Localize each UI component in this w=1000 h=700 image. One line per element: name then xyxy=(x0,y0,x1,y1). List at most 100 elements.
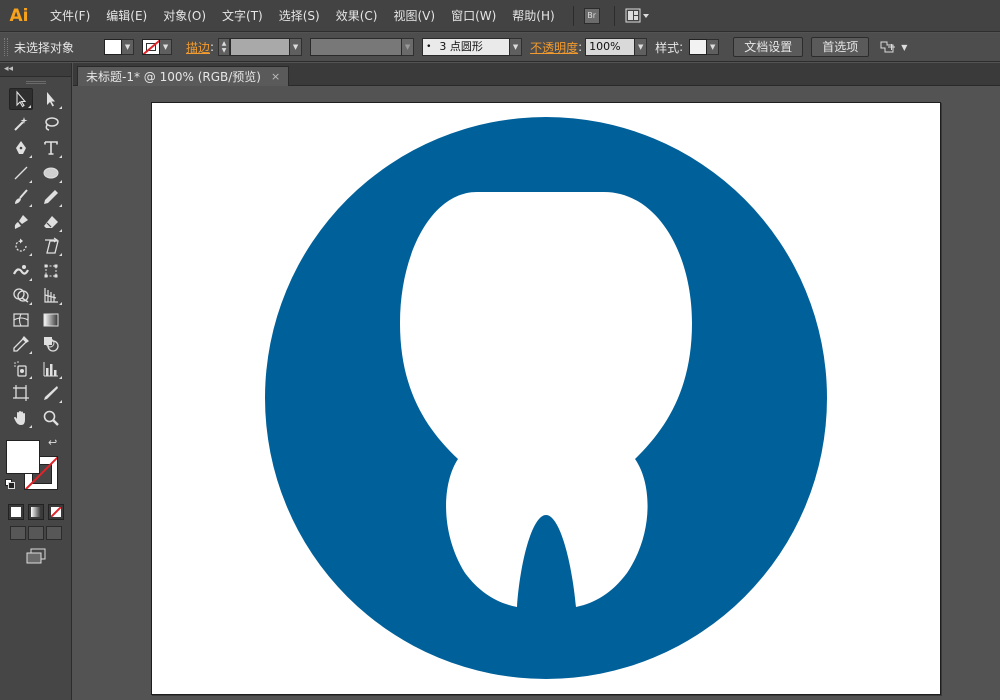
ellipse-tool[interactable] xyxy=(39,162,63,184)
graphic-style-swatch[interactable] xyxy=(689,39,708,55)
arrange-documents-icon[interactable] xyxy=(625,6,651,26)
opacity-dropdown[interactable]: ▼ xyxy=(635,38,648,56)
paintbrush-icon xyxy=(14,189,28,205)
screen-mode-button[interactable] xyxy=(0,548,71,564)
stroke-label[interactable]: 描边 xyxy=(186,39,210,56)
default-fill-stroke-icon[interactable] xyxy=(5,479,15,489)
tool-flyout-indicator xyxy=(58,253,62,257)
eyedropper-tool[interactable] xyxy=(9,333,33,355)
tool-flyout-indicator xyxy=(58,106,62,110)
draw-behind-button[interactable] xyxy=(27,526,44,540)
menu-view[interactable]: 视图(V) xyxy=(385,0,443,32)
width-tool[interactable] xyxy=(9,260,33,282)
type-tool[interactable] xyxy=(39,137,63,159)
swap-fill-stroke-icon[interactable]: ↩ xyxy=(48,436,57,449)
none-mode-icon xyxy=(50,507,61,517)
column-graph-tool[interactable] xyxy=(39,358,63,380)
menu-type[interactable]: 文字(T) xyxy=(214,0,271,32)
tool-flyout-indicator xyxy=(58,204,62,208)
menu-file[interactable]: 文件(F) xyxy=(42,0,98,32)
fill-color-box[interactable] xyxy=(6,440,40,474)
lasso-icon xyxy=(44,117,59,131)
tool-flyout-indicator xyxy=(28,375,32,379)
tooth-logo-artwork[interactable] xyxy=(152,103,942,696)
close-tab-icon[interactable]: × xyxy=(271,70,280,83)
magic-wand-tool[interactable] xyxy=(9,113,33,135)
bridge-icon[interactable]: Br xyxy=(583,6,600,26)
control-bar-grip[interactable] xyxy=(4,38,8,56)
fill-swatch[interactable] xyxy=(104,39,123,55)
direct-selection-tool[interactable] xyxy=(39,88,63,110)
brush-definition-field[interactable]: • 3 点圆形 xyxy=(422,38,511,56)
hand-tool[interactable] xyxy=(9,407,33,429)
selection-status: 未选择对象 xyxy=(14,40,75,55)
pen-tool[interactable] xyxy=(9,137,33,159)
stroke-weight-field[interactable] xyxy=(230,38,291,56)
zoom-tool[interactable] xyxy=(39,407,63,429)
tool-flyout-indicator xyxy=(28,253,32,257)
color-mode-button[interactable] xyxy=(7,504,24,520)
variable-width-profile[interactable] xyxy=(310,38,403,56)
paintbrush-tool[interactable] xyxy=(9,186,33,208)
mesh-icon xyxy=(12,313,29,327)
menu-effect[interactable]: 效果(C) xyxy=(328,0,386,32)
shape-builder-tool[interactable] xyxy=(9,284,33,306)
menu-edit[interactable]: 编辑(E) xyxy=(98,0,155,32)
mesh-tool[interactable] xyxy=(9,309,33,331)
document-tab[interactable]: 未标题-1* @ 100% (RGB/预览) × xyxy=(77,66,290,86)
gradient-icon xyxy=(43,313,58,327)
bridge-icon-label: Br xyxy=(583,7,600,24)
menu-help[interactable]: 帮助(H) xyxy=(504,0,562,32)
pencil-tool[interactable] xyxy=(39,186,63,208)
canvas-area[interactable] xyxy=(73,87,1000,700)
tool-flyout-indicator xyxy=(58,400,62,404)
eraser-tool[interactable] xyxy=(39,211,63,233)
variable-width-dropdown[interactable]: ▼ xyxy=(402,38,415,56)
eyedropper-icon xyxy=(12,336,29,352)
style-label-colon: : xyxy=(679,40,684,54)
gradient-mode-button[interactable] xyxy=(27,504,44,520)
artboard[interactable] xyxy=(151,102,941,695)
menu-select[interactable]: 选择(S) xyxy=(271,0,328,32)
menu-window[interactable]: 窗口(W) xyxy=(443,0,504,32)
brush-dropdown[interactable]: ▼ xyxy=(510,38,523,56)
color-mode-row xyxy=(0,504,71,520)
opacity-field[interactable]: 100% xyxy=(585,38,636,56)
menu-object[interactable]: 对象(O) xyxy=(155,0,214,32)
panel-menu-button[interactable]: ▼ xyxy=(879,40,907,54)
stroke-dropdown-arrow[interactable]: ▼ xyxy=(160,39,173,55)
scale-tool[interactable] xyxy=(39,235,63,257)
tools-panel-collapse[interactable]: ◂◂ xyxy=(0,63,71,77)
stroke-weight-stepper[interactable]: ▲ ▼ xyxy=(218,38,231,56)
arrange-icon xyxy=(880,41,896,53)
graphic-style-dropdown[interactable]: ▼ xyxy=(707,39,720,55)
none-mode-button[interactable] xyxy=(47,504,64,520)
artboard-tool[interactable] xyxy=(9,382,33,404)
fill-dropdown-arrow[interactable]: ▼ xyxy=(122,39,135,55)
drawing-modes-row xyxy=(0,526,71,540)
gradient-tool[interactable] xyxy=(39,309,63,331)
selection-tool[interactable] xyxy=(8,88,33,111)
rotate-tool[interactable] xyxy=(9,235,33,257)
warp-width-icon xyxy=(12,264,29,275)
ellipse-icon xyxy=(43,167,58,179)
opacity-label[interactable]: 不透明度 xyxy=(530,39,578,56)
lasso-tool[interactable] xyxy=(39,113,63,135)
stroke-weight-dropdown[interactable]: ▼ xyxy=(290,38,303,56)
slice-tool[interactable] xyxy=(39,382,63,404)
perspective-grid-tool[interactable] xyxy=(39,284,63,306)
document-setup-button[interactable]: 文档设置 xyxy=(733,37,804,57)
line-segment-tool[interactable] xyxy=(9,162,33,184)
symbol-sprayer-tool[interactable] xyxy=(9,358,33,380)
preferences-button[interactable]: 首选项 xyxy=(811,37,870,57)
tool-flyout-indicator xyxy=(27,105,31,109)
perspective-grid-icon xyxy=(43,288,58,303)
blob-brush-tool[interactable] xyxy=(9,211,33,233)
draw-normal-button[interactable] xyxy=(9,526,26,540)
tools-panel-grip[interactable] xyxy=(0,77,71,87)
blend-tool[interactable] xyxy=(39,333,63,355)
stroke-swatch[interactable] xyxy=(142,39,161,55)
blend-icon xyxy=(43,337,59,352)
draw-inside-button[interactable] xyxy=(45,526,62,540)
free-transform-tool[interactable] xyxy=(39,260,63,282)
